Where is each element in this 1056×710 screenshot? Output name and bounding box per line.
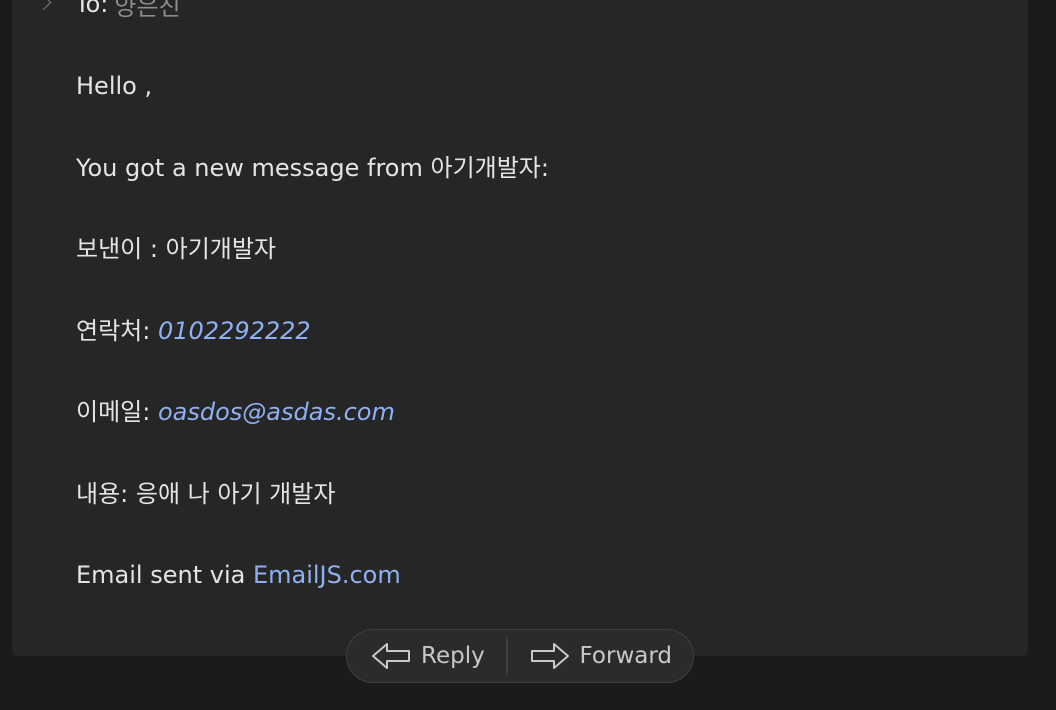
phone-link[interactable]: 0102292222 bbox=[158, 317, 311, 345]
phone-label: 연락처: bbox=[76, 316, 151, 345]
reply-label: Reply bbox=[421, 643, 485, 669]
forward-label: Forward bbox=[579, 643, 673, 669]
phone-line: 연락처: 0102292222 bbox=[76, 311, 549, 351]
greeting-text: Hello , bbox=[76, 72, 153, 100]
email-body: Hello , You got a new message from 아기개발자… bbox=[76, 66, 549, 637]
recipient-row[interactable]: To: 양은진 bbox=[35, 0, 181, 21]
intro-line: You got a new message from 아기개발자: bbox=[76, 148, 549, 188]
emailjs-link[interactable]: EmailJS.com bbox=[253, 561, 401, 589]
forward-button[interactable]: Forward bbox=[508, 630, 673, 682]
greeting-line: Hello , bbox=[76, 66, 549, 106]
footer-prefix: Email sent via bbox=[76, 561, 246, 589]
email-label: 이메일: bbox=[76, 398, 151, 426]
reply-button[interactable]: Reply bbox=[347, 630, 506, 682]
footer-line: Email sent via EmailJS.com bbox=[76, 555, 549, 595]
sender-label: 보낸이 : bbox=[76, 235, 158, 263]
recipient-name[interactable]: 양은진 bbox=[114, 0, 180, 22]
content-label: 내용: bbox=[76, 479, 129, 508]
reply-arrow-icon bbox=[372, 643, 410, 669]
email-link[interactable]: oasdos@asdas.com bbox=[158, 398, 395, 426]
intro-text: You got a new message from 아기개발자: bbox=[76, 153, 549, 182]
to-label: To: bbox=[75, 0, 109, 18]
sender-value: 아기개발자 bbox=[165, 235, 277, 263]
email-line: 이메일: oasdos@asdas.com bbox=[76, 392, 549, 432]
sender-line: 보낸이 : 아기개발자 bbox=[76, 229, 549, 269]
reply-forward-bar: Reply Forward bbox=[346, 629, 694, 683]
forward-arrow-icon bbox=[530, 643, 569, 669]
chevron-right-icon[interactable] bbox=[35, 0, 52, 10]
content-line: 내용: 응애 나 아기 개발자 bbox=[76, 474, 549, 514]
content-value: 응애 나 아기 개발자 bbox=[135, 479, 336, 508]
